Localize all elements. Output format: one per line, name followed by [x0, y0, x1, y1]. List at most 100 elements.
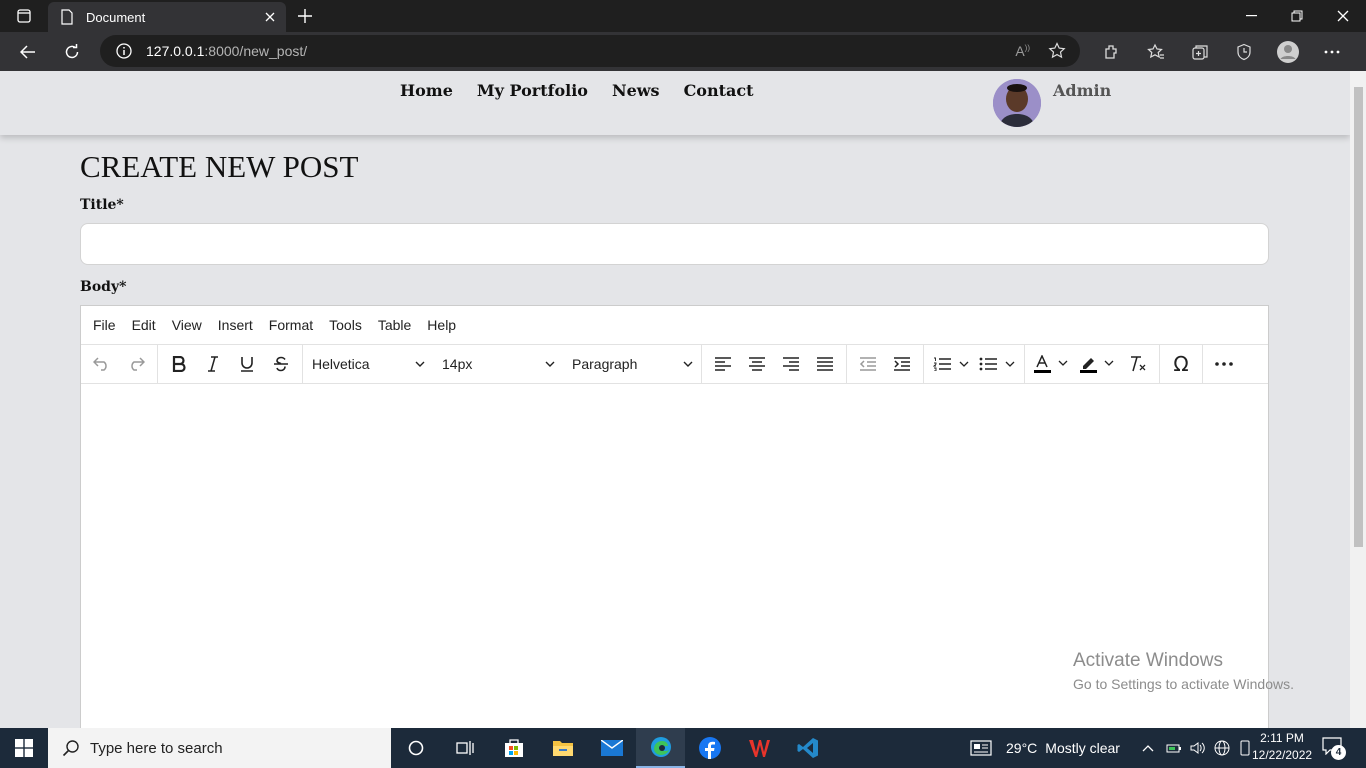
search-placeholder: Type here to search: [90, 739, 223, 757]
add-favorite-icon[interactable]: [1048, 42, 1066, 60]
tab-actions-icon[interactable]: [0, 0, 48, 32]
document-icon: [61, 9, 73, 25]
url-text[interactable]: 127.0.0.1:8000/new_post/: [146, 43, 307, 59]
site-nav: Home My Portfolio News Contact: [400, 81, 754, 100]
url-path: :8000/new_post/: [204, 43, 308, 59]
taskbar-clock[interactable]: 2:11 PM 12/22/2022: [1252, 730, 1312, 764]
chevron-down-icon: [683, 361, 693, 367]
menu-edit[interactable]: Edit: [124, 317, 164, 333]
settings-more-icon[interactable]: [1310, 32, 1354, 71]
weather-temperature[interactable]: 29°C: [1006, 740, 1037, 756]
favorites-icon[interactable]: [1134, 32, 1178, 71]
outdent-icon[interactable]: [851, 348, 885, 380]
font-family-value: Helvetica: [312, 356, 370, 372]
notification-center-icon[interactable]: 4: [1322, 737, 1348, 760]
cortana-icon[interactable]: [391, 728, 440, 768]
highlight-color-icon[interactable]: [1075, 348, 1121, 380]
font-family-select[interactable]: Helvetica: [303, 348, 433, 380]
indent-icon[interactable]: [885, 348, 919, 380]
align-right-icon[interactable]: [774, 348, 808, 380]
chevron-down-icon: [545, 361, 555, 367]
avatar[interactable]: [993, 79, 1041, 127]
menu-format[interactable]: Format: [261, 317, 321, 333]
undo-icon[interactable]: [85, 348, 119, 380]
restore-icon[interactable]: [1274, 0, 1320, 32]
microsoft-store-icon[interactable]: [489, 728, 538, 768]
back-icon[interactable]: [10, 36, 46, 68]
phone-link-icon[interactable]: [1238, 740, 1252, 756]
font-size-select[interactable]: 14px: [433, 348, 563, 380]
redo-icon[interactable]: [119, 348, 153, 380]
refresh-icon[interactable]: [54, 36, 90, 68]
clear-formatting-icon[interactable]: [1121, 348, 1155, 380]
web-page: Home My Portfolio News Contact Admin CRE…: [0, 71, 1350, 728]
more-options-icon[interactable]: [1207, 348, 1241, 380]
chevron-up-icon[interactable]: [1142, 744, 1154, 752]
network-globe-icon[interactable]: [1214, 740, 1230, 756]
menu-table[interactable]: Table: [370, 317, 419, 333]
block-format-select[interactable]: Paragraph: [563, 348, 701, 380]
minimize-icon[interactable]: [1228, 0, 1274, 32]
numbered-list-icon[interactable]: [928, 348, 974, 380]
news-widget-icon[interactable]: [970, 740, 992, 756]
align-left-icon[interactable]: [706, 348, 740, 380]
browser-essentials-icon[interactable]: [1222, 32, 1266, 71]
block-format-value: Paragraph: [572, 356, 638, 372]
editor-toolbar: Helvetica 14px Paragraph Ω: [81, 344, 1268, 384]
close-window-icon[interactable]: [1320, 0, 1366, 32]
close-tab-icon[interactable]: [260, 7, 280, 27]
title-label: Title*: [80, 197, 124, 213]
menu-insert[interactable]: Insert: [210, 317, 261, 333]
italic-icon[interactable]: [196, 348, 230, 380]
facebook-icon[interactable]: [685, 728, 734, 768]
file-explorer-icon[interactable]: [538, 728, 587, 768]
chevron-down-icon: [415, 361, 425, 367]
editor-menubar: File Edit View Insert Format Tools Table…: [81, 306, 1268, 345]
scrollbar-thumb[interactable]: [1354, 87, 1363, 547]
taskbar: Type here to search 29°C Mostly clear 2:…: [0, 728, 1366, 768]
address-bar[interactable]: 127.0.0.1:8000/new_post/ A)): [100, 35, 1080, 67]
nav-my-portfolio[interactable]: My Portfolio: [477, 81, 588, 100]
menu-file[interactable]: File: [85, 317, 124, 333]
clock-date: 12/22/2022: [1252, 748, 1313, 762]
windows-start-icon[interactable]: [0, 728, 48, 768]
tab-title: Document: [86, 9, 146, 25]
align-justify-icon[interactable]: [808, 348, 842, 380]
weather-description[interactable]: Mostly clear: [1045, 740, 1120, 756]
wps-office-icon[interactable]: [734, 728, 783, 768]
underline-icon[interactable]: [230, 348, 264, 380]
taskbar-search[interactable]: Type here to search: [48, 728, 391, 768]
battery-icon[interactable]: [1166, 741, 1182, 755]
nav-news[interactable]: News: [612, 81, 660, 100]
task-view-icon[interactable]: [440, 728, 489, 768]
align-center-icon[interactable]: [740, 348, 774, 380]
new-tab-icon[interactable]: [293, 5, 317, 27]
browser-toolbar: 127.0.0.1:8000/new_post/ A)): [0, 32, 1366, 71]
bold-icon[interactable]: [162, 348, 196, 380]
edge-browser-icon[interactable]: [636, 728, 685, 768]
extensions-icon[interactable]: [1090, 32, 1134, 71]
site-header: Home My Portfolio News Contact Admin: [0, 71, 1350, 135]
vscode-icon[interactable]: [783, 728, 832, 768]
site-info-icon[interactable]: [116, 43, 132, 59]
bullet-list-icon[interactable]: [974, 348, 1020, 380]
title-input[interactable]: [80, 223, 1269, 265]
profile-icon[interactable]: [1266, 32, 1310, 71]
nav-contact[interactable]: Contact: [684, 81, 754, 100]
system-tray: 29°C Mostly clear: [970, 728, 1252, 768]
strikethrough-icon[interactable]: [264, 348, 298, 380]
menu-tools[interactable]: Tools: [321, 317, 370, 333]
menu-help[interactable]: Help: [419, 317, 464, 333]
nav-home[interactable]: Home: [400, 81, 453, 100]
admin-username[interactable]: Admin: [1053, 81, 1111, 100]
font-size-value: 14px: [442, 356, 473, 372]
menu-view[interactable]: View: [164, 317, 210, 333]
read-aloud-icon[interactable]: A)): [1015, 43, 1030, 59]
volume-icon[interactable]: [1190, 741, 1206, 755]
page-scrollbar[interactable]: [1350, 71, 1366, 728]
browser-tab[interactable]: Document: [48, 2, 286, 32]
collections-icon[interactable]: [1178, 32, 1222, 71]
mail-icon[interactable]: [587, 728, 636, 768]
text-color-icon[interactable]: [1029, 348, 1075, 380]
special-character-icon[interactable]: Ω: [1164, 348, 1198, 380]
